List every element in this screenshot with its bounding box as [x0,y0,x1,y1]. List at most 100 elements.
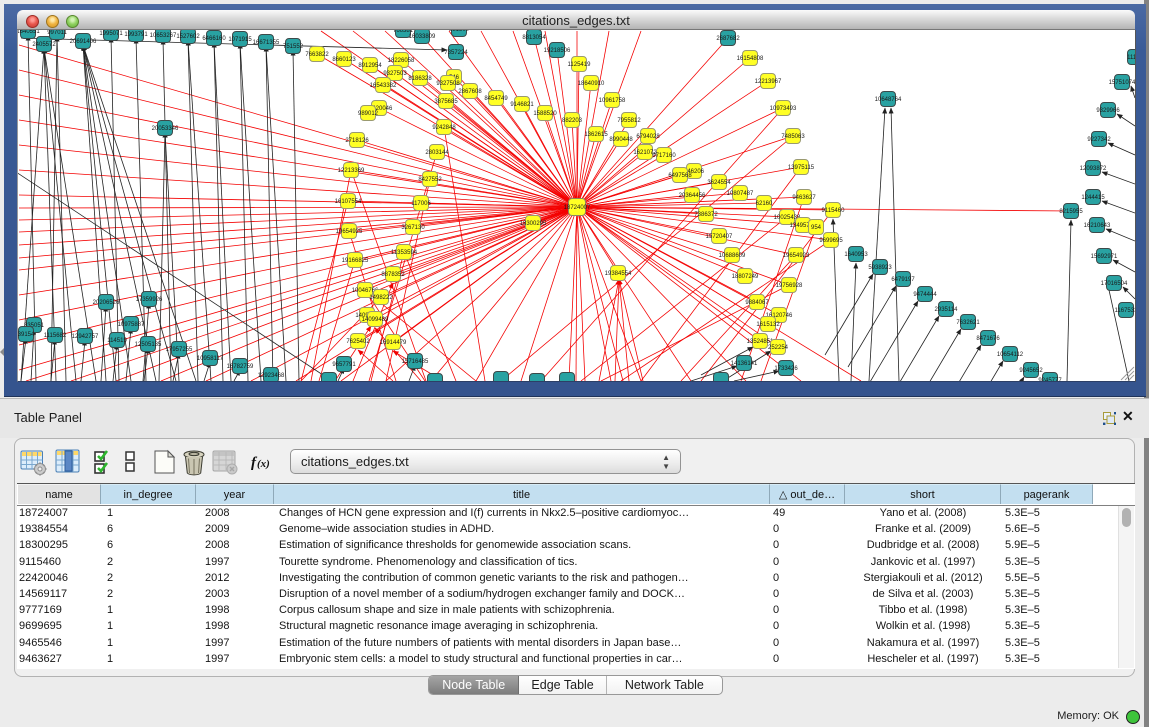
svg-text:8990448: 8990448 [609,137,633,143]
svg-text:9115460: 9115460 [822,208,846,214]
svg-text:9242848: 9242848 [432,125,456,131]
svg-text:9245777: 9245777 [1038,378,1062,381]
svg-text:9329966: 9329966 [1096,108,1120,114]
svg-text:3267130: 3267130 [401,225,425,231]
svg-text:1125419: 1125419 [568,62,592,68]
svg-text:3875685: 3875685 [434,99,458,105]
svg-text:9474444: 9474444 [913,292,937,298]
svg-text:7625402: 7625402 [346,339,370,345]
svg-text:14099489: 14099489 [362,317,389,323]
svg-text:1640953: 1640953 [844,252,868,258]
svg-text:10958117: 10958117 [197,356,224,362]
svg-text:16107554: 16107554 [335,199,362,205]
svg-text:16543382: 16543382 [370,83,397,89]
svg-text:10961758: 10961758 [599,98,626,104]
svg-text:10975887: 10975887 [118,322,145,328]
svg-text:15692971: 15692971 [1091,254,1118,260]
svg-text:8878352: 8878352 [381,272,405,278]
svg-text:997011: 997011 [47,30,67,36]
svg-text:10973493: 10973493 [770,106,797,112]
svg-text:12213967: 12213967 [755,79,782,85]
svg-text:18300295: 18300295 [520,221,547,227]
svg-text:17016504: 17016504 [1101,281,1128,287]
svg-text:1527602: 1527602 [176,34,200,40]
svg-text:10807487: 10807487 [727,191,754,197]
svg-text:8186328: 8186328 [408,76,432,82]
svg-text:13975115: 13975115 [788,165,815,171]
svg-text:20053346: 20053346 [152,126,179,132]
svg-text:8660123: 8660123 [332,57,356,63]
svg-text:17359926: 17359926 [136,297,163,303]
svg-text:16210643: 16210643 [1084,223,1111,229]
svg-text:1588520: 1588520 [533,111,557,117]
svg-text:114519: 114519 [107,338,127,344]
svg-text:1995071: 1995071 [99,31,123,37]
svg-text:1993791: 1993791 [124,32,148,38]
svg-text:12213369: 12213369 [338,168,365,174]
svg-text:18724007: 18724007 [564,205,591,211]
svg-text:2803144: 2803144 [425,150,449,156]
svg-text:15716485: 15716485 [402,359,429,365]
svg-text:7955812: 7955812 [617,118,641,124]
svg-text:2935114: 2935114 [935,307,959,313]
svg-text:19756928: 19756928 [776,283,803,289]
svg-text:9245652: 9245652 [1019,368,1043,374]
svg-text:15720407: 15720407 [706,234,733,240]
svg-text:6794028: 6794028 [636,134,660,140]
svg-text:2687682: 2687682 [716,36,740,42]
svg-text:11353594: 11353594 [391,250,418,256]
svg-text:20364456: 20364456 [679,193,706,199]
svg-text:10688609: 10688609 [719,253,746,259]
svg-text:7663822: 7663822 [305,52,329,58]
svg-text:1498222: 1498222 [369,295,393,301]
svg-text:882203: 882203 [562,118,583,124]
svg-text:20206526: 20206526 [93,300,120,306]
svg-text:17957255: 17957255 [166,347,193,353]
svg-text:9699695: 9699695 [819,238,843,244]
svg-text:12923468: 12923468 [258,373,285,379]
svg-text:2405572: 2405572 [32,42,56,48]
svg-text:6466160: 6466160 [202,36,226,42]
svg-text:18226058: 18226058 [388,58,415,64]
svg-text:19384554: 19384554 [605,271,632,277]
svg-text:14136141: 14136141 [731,361,758,367]
svg-text:18807249: 18807249 [732,274,759,280]
svg-text:6479197: 6479197 [891,277,915,283]
svg-text:7485063: 7485063 [781,134,805,140]
svg-text:15751074: 15751074 [1109,80,1135,86]
svg-text:3624554: 3624554 [707,180,731,186]
svg-text:881300: 881300 [449,30,470,33]
svg-text:2718126: 2718126 [345,138,369,144]
svg-text:9146821: 9146821 [510,102,534,108]
svg-text:1615132: 1615132 [756,322,780,328]
svg-text:19654925: 19654925 [336,229,363,235]
svg-text:18640910: 18640910 [578,81,605,87]
svg-text:9657791: 9657791 [332,362,356,368]
svg-text:7632621: 7632621 [956,320,980,326]
svg-text:1733426: 1733426 [774,366,798,372]
svg-text:9884067: 9884067 [745,300,769,306]
svg-text:9327503: 9327503 [383,71,407,77]
svg-text:1167533: 1167533 [1115,308,1135,314]
svg-text:12093872: 12093872 [1080,166,1107,172]
svg-text:252254: 252254 [768,345,789,351]
svg-text:8454749: 8454749 [484,96,508,102]
svg-text:(x): (x) [257,458,270,470]
svg-text:16914479: 16914479 [380,340,407,346]
svg-text:7386372: 7386372 [694,212,718,218]
svg-text:1115682: 1115682 [44,333,67,339]
svg-text:12505135: 12505135 [135,342,162,348]
svg-text:16782759: 16782759 [227,364,254,370]
svg-text:1071915: 1071915 [228,37,252,43]
svg-text:1362615: 1362615 [584,132,608,138]
svg-text:20691406: 20691406 [70,39,97,45]
svg-text:11123: 11123 [1127,55,1135,61]
svg-text:19218506: 19218506 [544,48,571,54]
svg-text:10654112: 10654112 [997,352,1024,358]
svg-text:39154: 39154 [18,332,35,338]
svg-text:9327508: 9327508 [436,81,460,87]
svg-text:9717160: 9717160 [652,153,676,159]
svg-text:2867608: 2867608 [458,89,482,95]
svg-text:9227342: 9227342 [1087,137,1111,143]
svg-text:9463627: 9463627 [792,195,816,201]
